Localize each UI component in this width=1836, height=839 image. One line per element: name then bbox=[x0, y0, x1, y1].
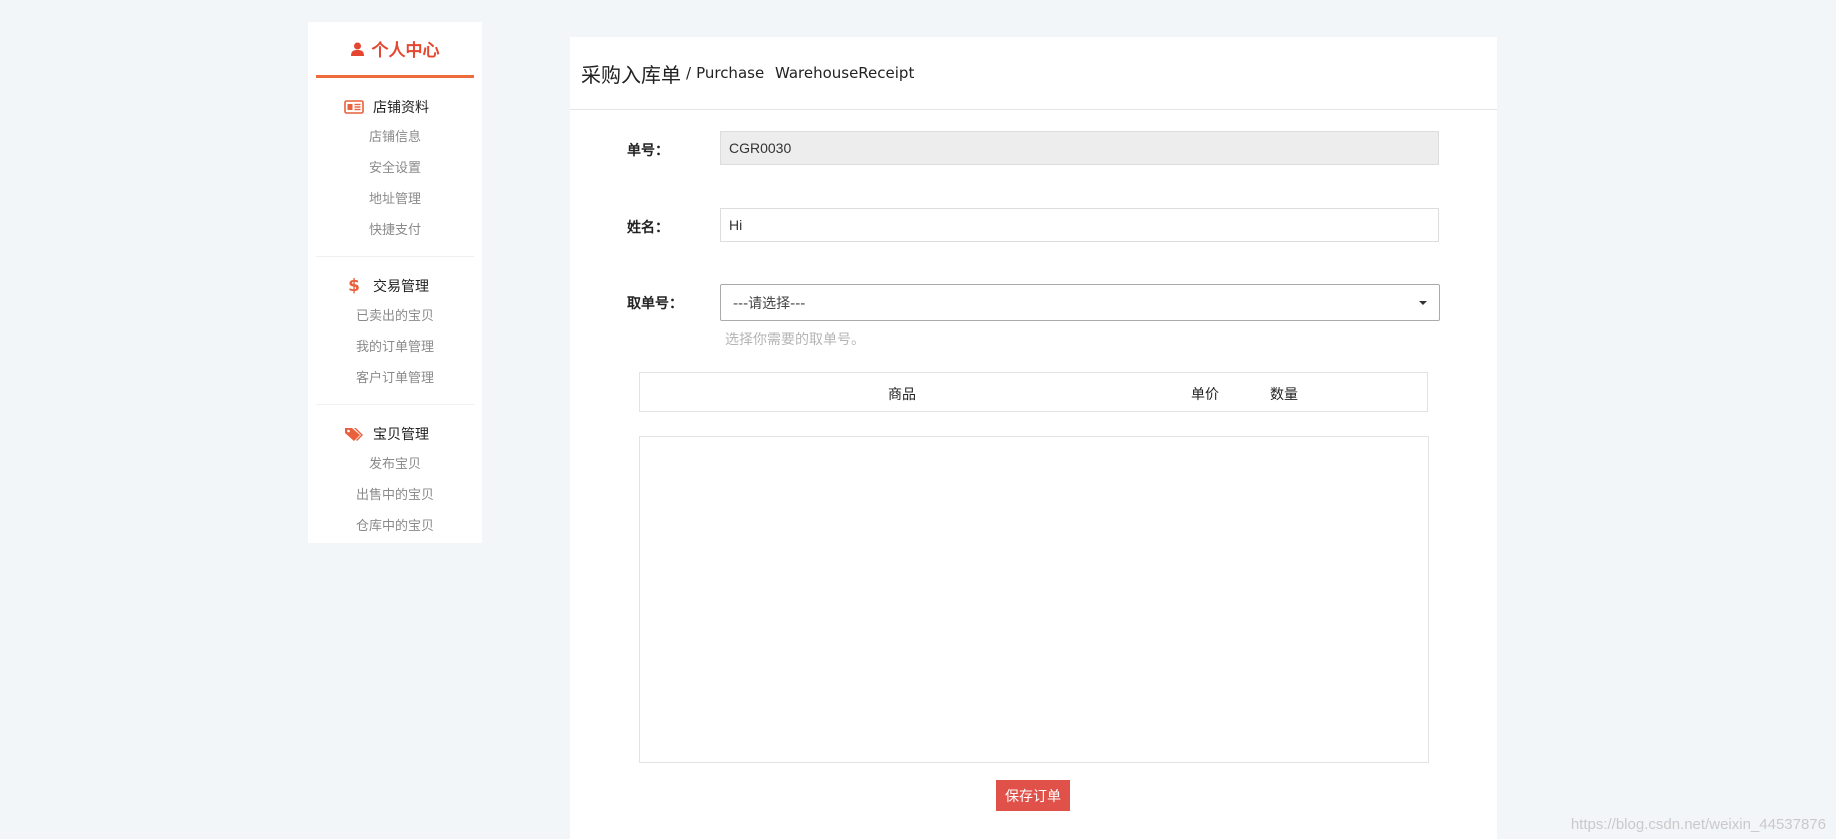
col-product: 商品 bbox=[888, 387, 916, 403]
sidebar-item-security[interactable]: 安全设置 bbox=[316, 153, 474, 184]
pickup-no-select[interactable]: ---请选择--- bbox=[720, 284, 1440, 321]
title-separator: / bbox=[686, 64, 692, 82]
col-quantity: 数量 bbox=[1270, 387, 1298, 403]
pickup-no-selected: ---请选择--- bbox=[733, 295, 806, 312]
items-table-body bbox=[639, 436, 1429, 763]
sidebar-group-title-label: 店铺资料 bbox=[373, 100, 429, 116]
sidebar-item-address[interactable]: 地址管理 bbox=[316, 184, 474, 215]
sidebar-group-title-label: 交易管理 bbox=[373, 279, 429, 295]
name-field[interactable]: Hi bbox=[720, 208, 1439, 242]
sidebar-group-store: 店铺资料 店铺信息 安全设置 地址管理 快捷支付 bbox=[316, 78, 474, 257]
items-table-header: 商品 单价 数量 bbox=[639, 372, 1428, 412]
caret-down-icon bbox=[1419, 300, 1427, 305]
page-title: 采购入库单 bbox=[581, 62, 681, 87]
main-panel: 采购入库单 / Purchase WarehouseReceipt 单号： CG… bbox=[570, 37, 1497, 839]
pickup-no-label: 取单号： bbox=[627, 296, 683, 312]
tags-icon bbox=[344, 426, 364, 442]
id-card-icon bbox=[344, 100, 364, 114]
sidebar-item-on-sale[interactable]: 出售中的宝贝 bbox=[316, 480, 474, 511]
sidebar-item-in-warehouse[interactable]: 仓库中的宝贝 bbox=[316, 511, 474, 542]
pickup-no-help: 选择你需要的取单号。 bbox=[725, 332, 865, 348]
col-price: 单价 bbox=[1191, 387, 1219, 403]
sidebar-item-sold[interactable]: 已卖出的宝贝 bbox=[316, 301, 474, 332]
sidebar-header-label: 个人中心 bbox=[371, 41, 440, 61]
sidebar-item-my-orders[interactable]: 我的订单管理 bbox=[316, 332, 474, 363]
user-icon bbox=[350, 42, 364, 56]
sidebar-group-title-store[interactable]: 店铺资料 bbox=[316, 96, 474, 118]
sidebar-group-title-label: 宝贝管理 bbox=[373, 427, 429, 443]
name-label: 姓名： bbox=[627, 220, 669, 236]
sidebar-item-customer-orders[interactable]: 客户订单管理 bbox=[316, 363, 474, 394]
sidebar: 个人中心 店铺资料 店铺信息 安全设置 地址管理 快捷支付 $ 交易管理 已卖出… bbox=[308, 22, 482, 543]
sidebar-group-title-goods[interactable]: 宝贝管理 bbox=[316, 423, 474, 445]
sidebar-item-quick-pay[interactable]: 快捷支付 bbox=[316, 215, 474, 246]
save-order-button[interactable]: 保存订单 bbox=[996, 780, 1070, 811]
sidebar-header[interactable]: 个人中心 bbox=[316, 22, 474, 78]
sidebar-group-title-trade[interactable]: $ 交易管理 bbox=[316, 275, 474, 297]
order-no-label: 单号： bbox=[627, 143, 669, 159]
sidebar-item-publish[interactable]: 发布宝贝 bbox=[316, 449, 474, 480]
page-header: 采购入库单 / Purchase WarehouseReceipt bbox=[570, 37, 1497, 110]
order-no-field: CGR0030 bbox=[720, 131, 1439, 165]
sidebar-group-goods: 宝贝管理 发布宝贝 出售中的宝贝 仓库中的宝贝 bbox=[316, 405, 474, 552]
sidebar-group-trade: $ 交易管理 已卖出的宝贝 我的订单管理 客户订单管理 bbox=[316, 257, 474, 405]
page-subtitle: Purchase WarehouseReceipt bbox=[696, 64, 915, 82]
sidebar-item-store-info[interactable]: 店铺信息 bbox=[316, 122, 474, 153]
watermark: https://blog.csdn.net/weixin_44537876 bbox=[1570, 816, 1826, 833]
dollar-icon: $ bbox=[348, 276, 360, 296]
